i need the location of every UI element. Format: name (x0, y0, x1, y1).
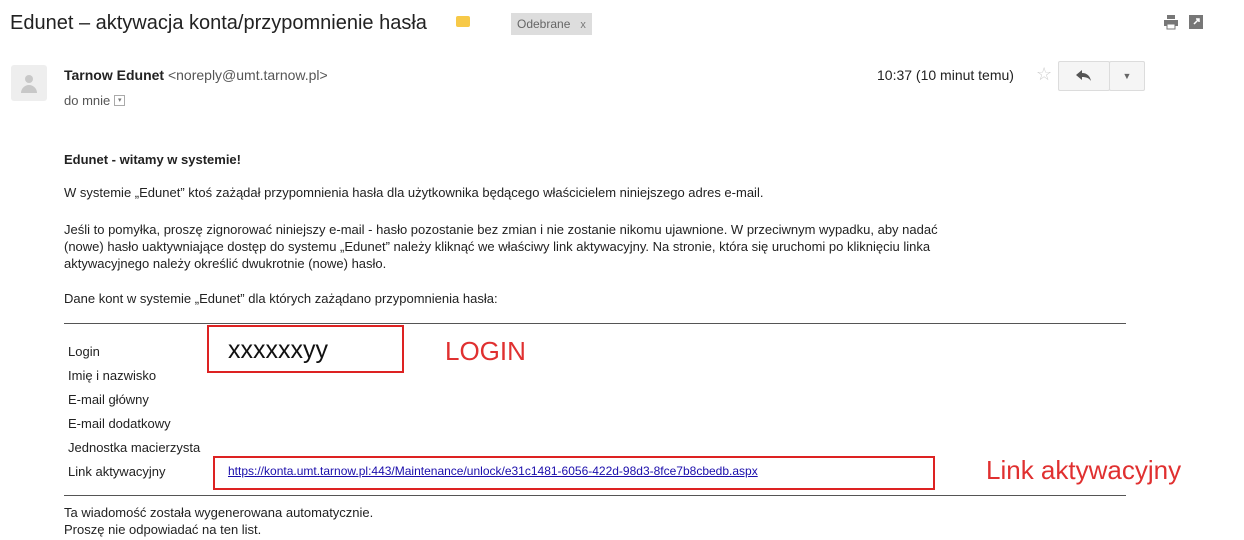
new-window-icon[interactable] (1188, 14, 1204, 30)
sender-line: Tarnow Edunet <noreply@umt.tarnow.pl> (64, 67, 328, 83)
footer-line-1: Ta wiadomość została wygenerowana automa… (64, 505, 374, 520)
row-label-login: Login (68, 344, 100, 359)
login-annotation: LOGIN (445, 336, 526, 366)
email-subject: Edunet – aktywacja konta/przypomnienie h… (10, 12, 427, 34)
inbox-chip-label: Odebrane (517, 17, 571, 31)
login-value: xxxxxxyy (228, 336, 328, 364)
star-icon[interactable]: ☆ (1036, 64, 1052, 85)
sender-email: <noreply@umt.tarnow.pl> (167, 67, 328, 83)
remove-label-button[interactable]: x (580, 19, 586, 31)
row-label-name: Imię i nazwisko (68, 368, 157, 383)
label-tag-icon[interactable] (456, 16, 470, 27)
recipient-label: do mnie (64, 93, 111, 108)
print-icon[interactable] (1163, 14, 1179, 30)
reply-button[interactable] (1058, 61, 1110, 91)
footer-line-2: Proszę nie odpowiadać na ten list. (64, 522, 262, 537)
row-label-unit: Jednostka macierzysta (68, 440, 201, 455)
row-label-secondary-email: E-mail dodatkowy (68, 416, 171, 431)
row-label-primary-email: E-mail główny (68, 392, 149, 407)
paragraph-2-line: aktywacyjnego należy określić dwukrotnie… (64, 256, 387, 271)
reply-icon (1076, 70, 1091, 81)
greeting: Edunet - witamy w systemie! (64, 152, 241, 167)
sender-name[interactable]: Tarnow Edunet (64, 67, 164, 83)
recipient-line: do mnie ▾ (64, 93, 126, 108)
table-bottom-divider (64, 495, 1126, 496)
paragraph-2-line: Jeśli to pomyłka, proszę zignorować nini… (64, 222, 938, 237)
paragraph-2-line: (nowe) hasło uaktywniające dostęp do sys… (64, 239, 931, 254)
table-top-divider (64, 323, 1126, 324)
more-dropdown-button[interactable]: ▼ (1109, 61, 1145, 91)
inbox-label-chip[interactable]: Odebrane x (511, 13, 592, 35)
activation-link[interactable]: https://konta.umt.tarnow.pl:443/Maintena… (228, 464, 758, 478)
paragraph-1: W systemie „Edunet” ktoś zażądał przypom… (64, 185, 764, 200)
link-annotation: Link aktywacyjny (986, 455, 1182, 485)
recipient-details-icon[interactable]: ▾ (114, 95, 126, 107)
message-time: 10:37 (10 minut temu) (877, 67, 1014, 83)
paragraph-2: Jeśli to pomyłka, proszę zignorować nini… (64, 221, 938, 272)
more-dropdown-icon: ▼ (1122, 71, 1132, 81)
paragraph-3: Dane kont w systemie „Edunet” dla któryc… (64, 291, 498, 306)
row-label-activation-link: Link aktywacyjny (68, 464, 166, 479)
avatar (11, 65, 47, 101)
